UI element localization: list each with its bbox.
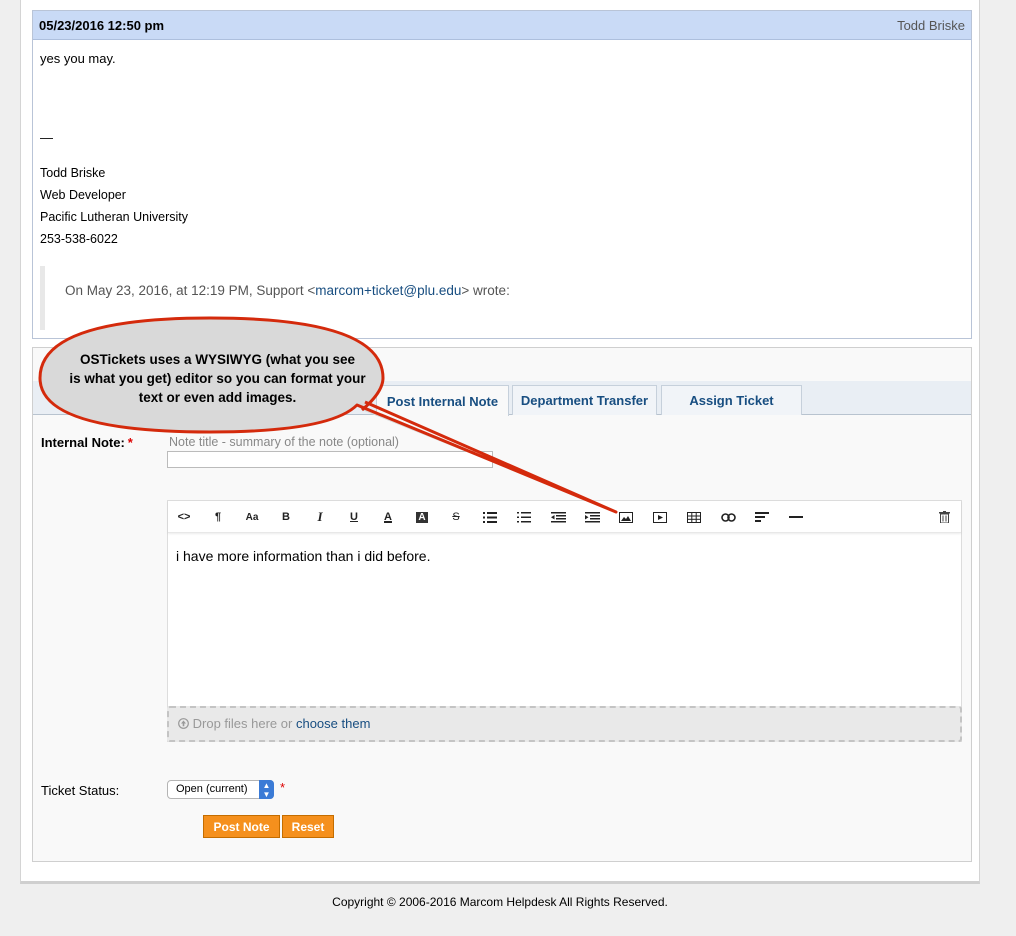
callout-line-3: text or even add images. (138, 390, 297, 405)
footer-copyright: Copyright © 2006-2016 Marcom Helpdesk Al… (332, 895, 668, 909)
callout-line-2: is what you get) editor so you can forma… (69, 371, 366, 386)
callout-line-1: OSTickets uses a WYSIWYG (what you see (79, 352, 356, 367)
callout-text: OSTickets uses a WYSIWYG (what you see i… (50, 350, 385, 407)
callout-bubble (38, 316, 618, 514)
